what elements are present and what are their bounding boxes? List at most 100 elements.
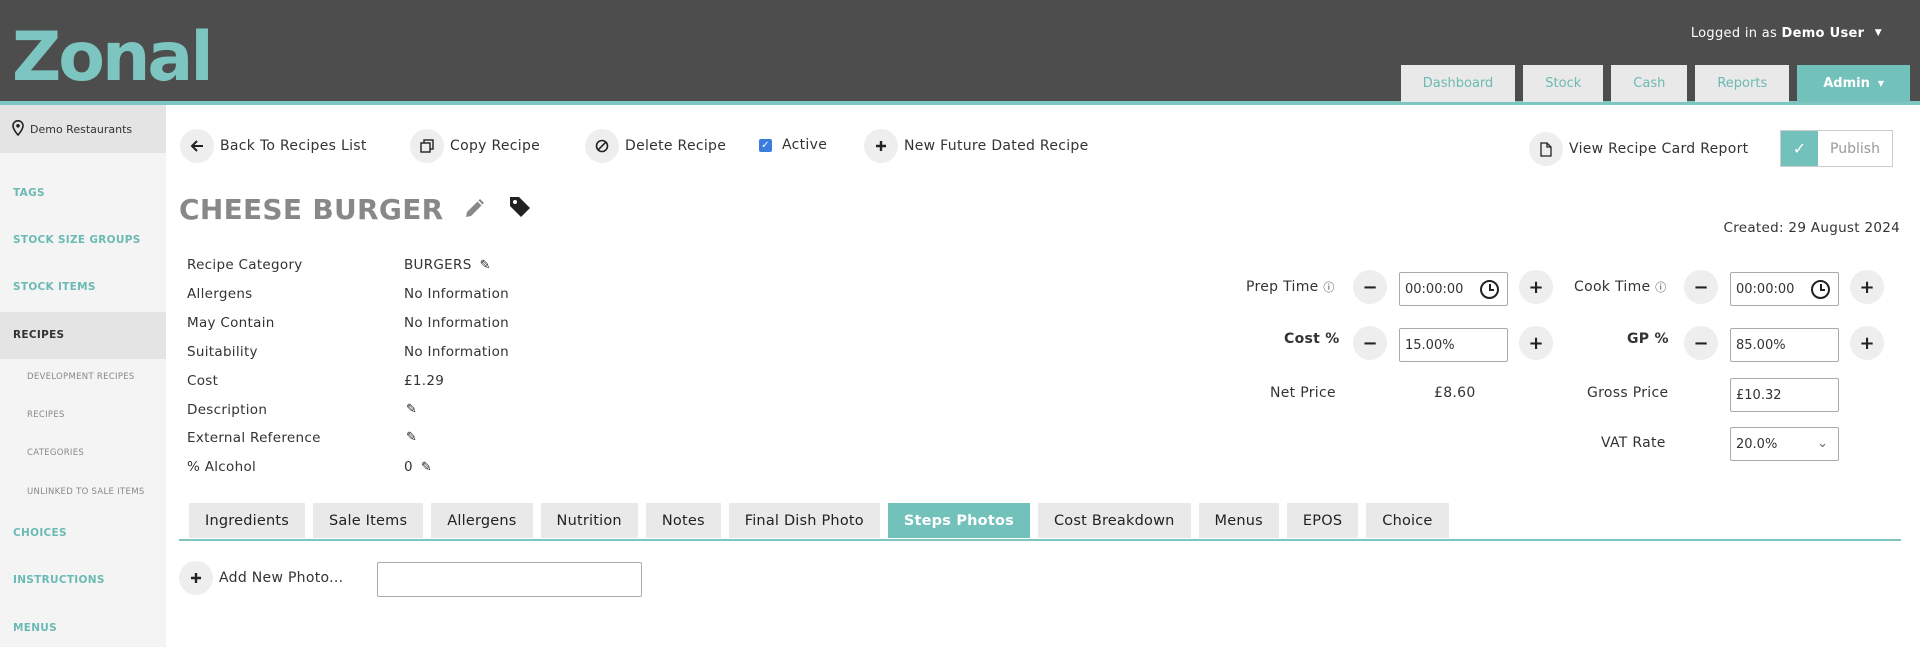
nav-cash[interactable]: Cash: [1611, 65, 1688, 102]
detail-label-alcohol: % Alcohol: [187, 459, 257, 475]
tab-epos[interactable]: EPOS: [1286, 503, 1359, 538]
prep-minus-button[interactable]: −: [1353, 270, 1387, 304]
sidebar-sub-unlinked[interactable]: UNLINKED TO SALE ITEMS: [27, 487, 145, 497]
map-pin-icon: [12, 119, 24, 139]
tab-nutrition[interactable]: Nutrition: [540, 503, 638, 538]
recipe-tabs: Ingredients Sale Items Allergens Nutriti…: [189, 503, 1449, 538]
tab-steps-photos[interactable]: Steps Photos: [887, 503, 1030, 538]
add-new-photo-button[interactable]: Add New Photo...: [179, 561, 343, 595]
cost-plus-button[interactable]: +: [1519, 326, 1553, 360]
document-icon: [1529, 132, 1563, 166]
gp-plus-button[interactable]: +: [1850, 326, 1884, 360]
tab-allergens[interactable]: Allergens: [431, 503, 533, 538]
info-icon: ⓘ: [1655, 281, 1667, 294]
sidebar-sub-categories[interactable]: CATEGORIES: [27, 448, 84, 458]
user-menu[interactable]: Logged in as Demo User ▼: [1691, 26, 1882, 41]
sidebar-item-stock-size-groups[interactable]: STOCK SIZE GROUPS: [13, 234, 141, 246]
detail-value-suitability: No Information: [404, 344, 509, 360]
detail-label-allergens: Allergens: [187, 286, 253, 302]
edit-pencil-icon[interactable]: ✎: [480, 258, 491, 273]
caret-down-icon: ▼: [1874, 28, 1882, 38]
copy-icon: [410, 129, 444, 163]
prep-time-label: Prep Time ⓘ: [1246, 279, 1335, 295]
nav-dashboard[interactable]: Dashboard: [1400, 65, 1516, 102]
nav-stock[interactable]: Stock: [1523, 65, 1604, 102]
tab-cost-breakdown[interactable]: Cost Breakdown: [1037, 503, 1191, 538]
gp-minus-button[interactable]: −: [1684, 326, 1718, 360]
detail-label-category: Recipe Category: [187, 257, 303, 273]
view-recipe-card-report-button[interactable]: View Recipe Card Report: [1529, 132, 1748, 166]
alcohol-value: 0: [404, 459, 413, 475]
nav-reports[interactable]: Reports: [1695, 65, 1790, 102]
sidebar-item-recipes[interactable]: RECIPES: [13, 329, 64, 341]
created-date: Created: 29 August 2024: [1723, 220, 1900, 236]
detail-label-cost: Cost: [187, 373, 219, 389]
cost-minus-button[interactable]: −: [1353, 326, 1387, 360]
detail-label-suitability: Suitability: [187, 344, 258, 360]
location-selector[interactable]: Demo Restaurants: [0, 105, 166, 153]
cook-time-input[interactable]: 00:00:00: [1730, 272, 1839, 306]
recipe-title: CHEESE BURGER: [179, 193, 444, 226]
top-header: Zonal Logged in as Demo User ▼ Dashboard…: [0, 0, 1920, 105]
gross-price-input[interactable]: £10.32: [1730, 378, 1839, 412]
sidebar-item-choices[interactable]: CHOICES: [13, 527, 67, 539]
sidebar-item-instructions[interactable]: INSTRUCTIONS: [13, 574, 105, 586]
plus-icon: [179, 561, 213, 595]
copy-recipe-button[interactable]: Copy Recipe: [410, 129, 540, 163]
category-value: BURGERS: [404, 257, 472, 273]
prep-time-input[interactable]: 00:00:00: [1399, 272, 1508, 306]
detail-label-external-ref: External Reference: [187, 430, 321, 446]
top-nav: Dashboard Stock Cash Reports Admin ▼: [1400, 65, 1910, 102]
nav-admin[interactable]: Admin ▼: [1797, 65, 1910, 102]
gp-percent-input[interactable]: 85.00%: [1730, 328, 1839, 362]
active-toggle[interactable]: ✓ Active: [759, 137, 827, 153]
sidebar-item-tags[interactable]: TAGS: [13, 187, 45, 199]
view-report-label: View Recipe Card Report: [1569, 141, 1749, 157]
tab-underline: [179, 539, 1901, 541]
detail-value-allergens: No Information: [404, 286, 509, 302]
gross-price-label: Gross Price: [1587, 385, 1669, 401]
active-checkbox[interactable]: ✓: [759, 138, 772, 152]
back-label: Back To Recipes List: [220, 138, 367, 154]
detail-value-may-contain: No Information: [404, 315, 509, 331]
edit-title-pencil-icon[interactable]: [462, 195, 488, 228]
tag-icon[interactable]: [508, 193, 532, 226]
clock-icon: [1811, 280, 1830, 299]
edit-external-ref-pencil-icon[interactable]: ✎: [398, 429, 417, 445]
publish-label: Publish: [1830, 140, 1880, 157]
prep-plus-button[interactable]: +: [1519, 270, 1553, 304]
edit-pencil-icon[interactable]: ✎: [421, 460, 432, 475]
net-price-value: £8.60: [1434, 385, 1476, 401]
cost-percent-input[interactable]: 15.00%: [1399, 328, 1508, 362]
nav-admin-label: Admin: [1823, 76, 1870, 91]
vat-rate-select[interactable]: 20.0% ⌄: [1730, 427, 1839, 461]
tab-notes[interactable]: Notes: [645, 503, 721, 538]
sidebar-item-menus[interactable]: MENUS: [13, 622, 57, 634]
tab-ingredients[interactable]: Ingredients: [189, 503, 306, 538]
clock-icon: [1480, 280, 1499, 299]
sidebar-sub-recipes[interactable]: RECIPES: [27, 410, 65, 420]
cook-minus-button[interactable]: −: [1684, 270, 1718, 304]
cost-percent-label: Cost %: [1284, 331, 1340, 347]
ban-icon: [585, 129, 619, 163]
net-price-label: Net Price: [1270, 385, 1336, 401]
tab-sale-items[interactable]: Sale Items: [313, 503, 424, 538]
edit-description-pencil-icon[interactable]: ✎: [398, 401, 417, 417]
copy-label: Copy Recipe: [450, 138, 541, 154]
sidebar-item-stock-items[interactable]: STOCK ITEMS: [13, 281, 96, 293]
caret-down-icon: ▼: [1877, 79, 1884, 88]
tab-final-dish-photo[interactable]: Final Dish Photo: [728, 503, 880, 538]
back-to-recipes-button[interactable]: Back To Recipes List: [180, 129, 367, 163]
login-user: Demo User: [1781, 26, 1865, 41]
sidebar-sub-development-recipes[interactable]: DEVELOPMENT RECIPES: [27, 372, 135, 382]
zonal-logo[interactable]: Zonal: [12, 20, 218, 84]
sidebar: Demo Restaurants TAGS STOCK SIZE GROUPS …: [0, 105, 166, 647]
detail-label-may-contain: May Contain: [187, 315, 275, 331]
tab-menus[interactable]: Menus: [1198, 503, 1279, 538]
new-future-dated-recipe-button[interactable]: New Future Dated Recipe: [864, 129, 1089, 163]
photo-name-input[interactable]: [377, 562, 642, 597]
tab-choice[interactable]: Choice: [1366, 503, 1449, 538]
delete-recipe-button[interactable]: Delete Recipe: [585, 129, 726, 163]
cook-plus-button[interactable]: +: [1850, 270, 1884, 304]
publish-toggle[interactable]: ✓ Publish: [1780, 130, 1893, 167]
